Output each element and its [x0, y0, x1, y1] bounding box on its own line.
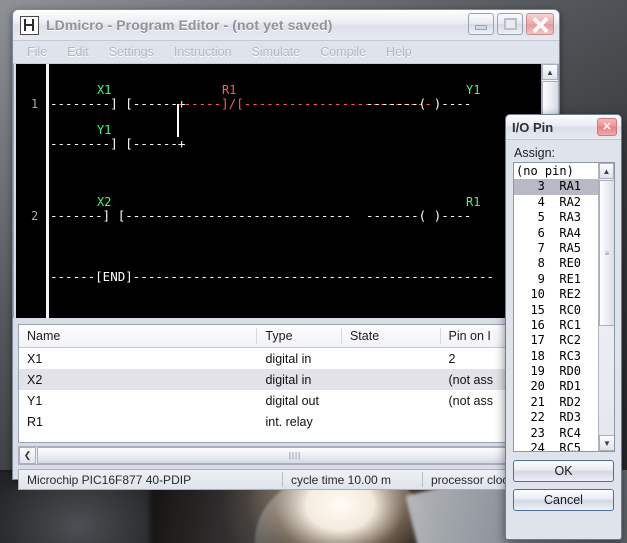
pin-option-list[interactable]: (no pin) 3 RA1 4 RA2 5 RA3 6 RA4 7 RA5 8… [514, 163, 598, 451]
rung1-branch1-wire[interactable]: --------] [------+ [50, 96, 185, 111]
ladder-end-line: ------[END]-----------------------------… [50, 269, 495, 284]
status-device: Microchip PIC16F877 40-PDIP [19, 472, 283, 487]
menu-item-help[interactable]: Help [386, 45, 412, 59]
list-item[interactable]: 15 RC0 [514, 303, 598, 318]
rung1-branch2-wire[interactable]: --------] [------+ [50, 136, 185, 151]
coil-label-y1: Y1 [466, 83, 481, 97]
cell-type: int. relay [265, 414, 313, 429]
maximize-button[interactable] [497, 13, 523, 35]
list-item[interactable]: 3 RA1 [514, 179, 598, 195]
ladder-scroll-thumb[interactable] [542, 81, 559, 117]
ladder-canvas[interactable]: 1 2 X1 --------] [------+ R1 ------]/[--… [14, 64, 541, 318]
ladder-diagram-area: 1 2 X1 --------] [------+ R1 ------]/[--… [13, 64, 559, 318]
cell-name: Y1 [27, 393, 43, 408]
cell-type: digital in [265, 351, 312, 366]
list-item[interactable]: (no pin) [514, 164, 598, 179]
symbol-table: Name Type State Pin on I X1 digital in 2… [18, 324, 554, 443]
column-header-type[interactable]: Type [257, 328, 342, 344]
list-item[interactable]: 9 RE1 [514, 272, 598, 287]
list-item[interactable]: 8 RE0 [514, 256, 598, 271]
list-item[interactable]: 19 RD0 [514, 364, 598, 379]
cell-name: R1 [27, 414, 43, 429]
table-row[interactable]: Y1 digital out (not ass [19, 390, 553, 411]
io-pin-dialog: I/O Pin ✕ Assign: (no pin) 3 RA1 4 RA2 5… [505, 114, 622, 540]
dialog-close-icon[interactable]: ✕ [597, 118, 617, 136]
cell-name: X2 [27, 372, 43, 387]
contact-label-y1: Y1 [97, 123, 112, 137]
list-item[interactable]: 17 RC2 [514, 333, 598, 348]
list-item[interactable]: 5 RA3 [514, 210, 598, 225]
rung2-coil-wire[interactable]: -------( )---- [366, 208, 471, 223]
status-bar: Microchip PIC16F877 40-PDIP cycle time 1… [18, 469, 554, 490]
rung2-contact-wire[interactable]: -------] [------------------------------ [50, 208, 351, 223]
ladder-contact-icon [20, 15, 39, 35]
dialog-title-bar[interactable]: I/O Pin ✕ [506, 115, 621, 140]
listbox-scroll-thumb[interactable]: ≡ [599, 180, 614, 326]
dialog-body: Assign: (no pin) 3 RA1 4 RA2 5 RA3 6 RA4… [506, 140, 621, 452]
ok-button[interactable]: OK [513, 460, 614, 482]
list-item[interactable]: 24 RC5 [514, 441, 598, 451]
list-item[interactable]: 23 RC4 [514, 426, 598, 441]
cancel-button[interactable]: Cancel [513, 489, 614, 511]
minimize-button[interactable] [468, 13, 494, 35]
ladder-power-rail [46, 64, 49, 318]
dialog-buttons: OK Cancel [506, 452, 621, 511]
ladder-left-margin [14, 64, 16, 318]
cell-type: digital in [265, 372, 312, 387]
table-header-row: Name Type State Pin on I [19, 325, 553, 348]
assign-label: Assign: [514, 146, 555, 160]
column-header-state[interactable]: State [342, 328, 441, 344]
scroll-left-arrow-icon[interactable]: ❮ [19, 447, 36, 464]
list-item[interactable]: 6 RA4 [514, 226, 598, 241]
contact-label-r1-nc: R1 [222, 83, 237, 97]
rung-number-1: 1 [31, 97, 39, 111]
main-window: LDmicro - Program Editor - (not yet save… [12, 9, 560, 490]
list-item[interactable]: 18 RC3 [514, 349, 598, 364]
menu-bar: File Edit Settings Instruction Simulate … [13, 41, 559, 64]
dialog-title: I/O Pin [512, 119, 554, 135]
list-item[interactable]: 21 RD2 [514, 395, 598, 410]
list-item[interactable]: 20 RD1 [514, 379, 598, 394]
list-item[interactable]: 10 RE2 [514, 287, 598, 302]
page-title: LDmicro - Program Editor - (not yet save… [46, 17, 333, 33]
menu-item-simulate[interactable]: Simulate [252, 45, 301, 59]
title-bar[interactable]: LDmicro - Program Editor - (not yet save… [13, 10, 559, 41]
menu-item-file[interactable]: File [27, 45, 47, 59]
coil-label-r1: R1 [466, 195, 481, 209]
list-item[interactable]: 7 RA5 [514, 241, 598, 256]
table-horizontal-scrollbar[interactable]: ❮ |||| [18, 446, 554, 465]
listbox-scroll-down-icon[interactable]: ▼ [599, 435, 614, 451]
rung1-coil-wire[interactable]: -------( )---- [366, 96, 471, 111]
contact-label-x2: X2 [97, 195, 112, 209]
listbox-scroll-up-icon[interactable]: ▲ [599, 163, 614, 179]
close-button[interactable] [526, 13, 554, 35]
table-row[interactable]: X2 digital in (not ass [19, 369, 553, 390]
column-header-name[interactable]: Name [19, 328, 258, 344]
list-item[interactable]: 4 RA2 [514, 195, 598, 210]
scroll-up-arrow-icon[interactable]: ▲ [542, 64, 558, 80]
pin-listbox[interactable]: (no pin) 3 RA1 4 RA2 5 RA3 6 RA4 7 RA5 8… [513, 162, 615, 452]
cell-type: digital out [265, 393, 319, 408]
window-controls [468, 13, 554, 35]
list-item[interactable]: 22 RD3 [514, 410, 598, 425]
rung-number-2: 2 [31, 209, 39, 223]
listbox-vertical-scrollbar[interactable]: ▲ ≡ ▼ [598, 163, 614, 451]
menu-item-instruction[interactable]: Instruction [174, 45, 232, 59]
contact-label-x1: X1 [97, 83, 112, 97]
menu-item-edit[interactable]: Edit [67, 45, 89, 59]
table-row[interactable]: R1 int. relay [19, 411, 553, 432]
menu-item-settings[interactable]: Settings [109, 45, 154, 59]
cell-name: X1 [27, 351, 43, 366]
status-cycle-time: cycle time 10.00 m [283, 472, 423, 487]
menu-item-compile[interactable]: Compile [320, 45, 366, 59]
table-row[interactable]: X1 digital in 2 [19, 348, 553, 369]
table-scroll-thumb[interactable]: |||| [37, 447, 553, 464]
list-item[interactable]: 16 RC1 [514, 318, 598, 333]
rung1-branch-vertical-link [177, 104, 179, 137]
